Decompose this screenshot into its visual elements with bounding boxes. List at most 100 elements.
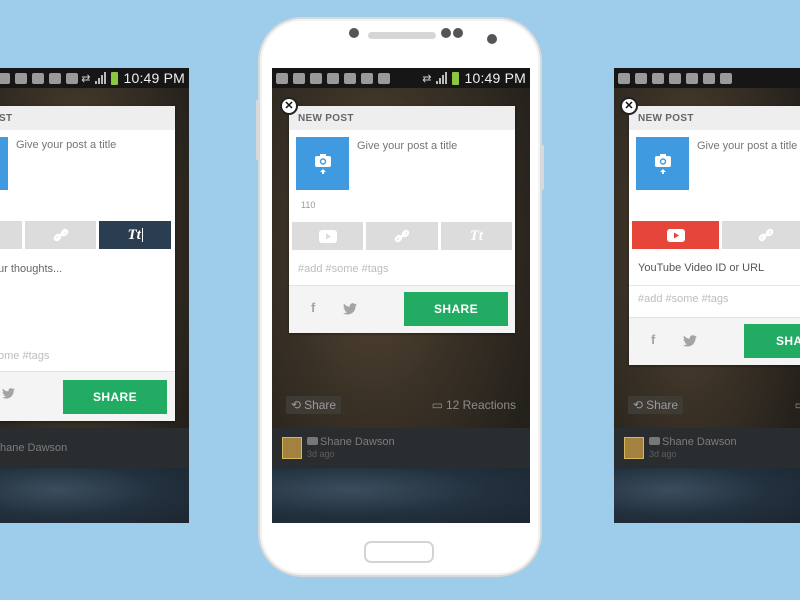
play-store-icon — [361, 72, 373, 84]
avatar[interactable] — [282, 437, 302, 459]
tags-input[interactable]: #add #some #tags — [298, 263, 498, 275]
photo-icon — [276, 72, 288, 84]
link-icon — [394, 229, 410, 243]
share-label: SHARE — [776, 334, 800, 348]
sync-icon: ⇄ — [422, 72, 432, 85]
battery-icon — [452, 71, 460, 85]
home-button[interactable] — [364, 541, 434, 563]
notification-icon — [32, 72, 44, 84]
notification-icon — [0, 72, 10, 84]
youtube-icon — [307, 437, 318, 445]
title-row — [289, 130, 515, 192]
notification-icon — [327, 72, 339, 84]
tags-input[interactable]: ome #tags — [0, 350, 189, 362]
play-store-icon — [49, 72, 61, 84]
dialog-footer: f SHARE — [289, 285, 515, 333]
add-photo-button[interactable] — [636, 137, 689, 190]
phone-camera — [487, 34, 497, 44]
title-row — [0, 130, 175, 192]
chat-icon — [652, 72, 664, 84]
text-type-button[interactable]: Tt — [440, 222, 512, 250]
twitter-icon[interactable] — [343, 303, 357, 318]
feed-share-button[interactable]: ⟲ Share — [286, 396, 342, 414]
status-bar: ⇄ 10:49 PM — [272, 68, 530, 88]
add-photo-button[interactable] — [296, 137, 349, 190]
video-type-button[interactable] — [0, 221, 22, 249]
dialog-title: NEW POST — [298, 112, 354, 124]
feed-action-bar: ⟲ Share ▭ — [614, 390, 800, 420]
feed-reactions[interactable]: ▭ — [795, 398, 800, 412]
dialog-footer: SHARE — [0, 371, 175, 421]
status-bar — [614, 68, 800, 88]
twitter-icon[interactable] — [683, 335, 697, 350]
link-icon — [758, 228, 773, 242]
text-icon: Tt — [469, 227, 483, 244]
text-type-button[interactable]: Tt — [99, 221, 172, 249]
add-photo-button[interactable] — [0, 137, 8, 190]
phone-side-key — [256, 100, 259, 160]
link-type-button[interactable] — [366, 222, 438, 250]
video-type-button[interactable] — [632, 221, 719, 249]
notification-icon — [344, 72, 356, 84]
post-title-input[interactable] — [697, 140, 800, 152]
post-type-row: Tt — [292, 222, 512, 250]
dialog-header: ST — [0, 106, 175, 130]
feed-user-name[interactable]: Shane Dawson — [662, 436, 737, 448]
char-count: 110 — [301, 200, 316, 210]
text-cursor — [141, 228, 143, 242]
close-dialog-button[interactable]: ✕ — [620, 97, 638, 115]
tags-input[interactable]: #add #some #tags — [638, 293, 800, 305]
right-screen: ⟲ Share ▭ Shane Dawson 3d ago NEW POST — [614, 68, 800, 523]
divider — [629, 285, 800, 286]
new-post-dialog: NEW POST YouTube Video ID or URL #add #s… — [629, 106, 800, 365]
signal-icon — [436, 72, 448, 84]
status-bar: ⇄ 10:49 PM — [0, 68, 189, 88]
feed-action-bar: ⟲ Share ▭ 12 Reactions — [272, 390, 530, 420]
share-button[interactable]: SHARE — [63, 380, 167, 414]
feed-user-name[interactable]: Shane Dawson — [320, 436, 395, 448]
new-post-dialog: NEW POST 110 Tt #add #some #tags f — [289, 106, 515, 333]
notification-icons — [618, 72, 732, 84]
feed-reactions[interactable]: ▭ 12 Reactions — [432, 398, 516, 412]
camera-upload-icon — [314, 153, 331, 174]
feed-time-ago: 3d ago — [307, 449, 335, 459]
clock: 10:49 PM — [464, 70, 526, 86]
comment-icon: ▭ — [431, 398, 443, 412]
feed-time-ago: 3d ago — [649, 449, 677, 459]
dialog-header: NEW POST — [289, 106, 515, 130]
notification-icon — [293, 72, 305, 84]
notification-icon — [15, 72, 27, 84]
dialog-title: ST — [0, 112, 13, 124]
play-store-icon — [703, 72, 715, 84]
sync-icon: ⇄ — [81, 72, 91, 85]
text-icon: Tt — [127, 226, 141, 243]
reactions-label: 12 Reactions — [445, 398, 516, 412]
share-button[interactable]: SHARE — [744, 324, 800, 358]
new-post-dialog: ST Tt ur thoughts... ome #tags SHARE — [0, 106, 175, 421]
share-icon: ⟲ — [633, 398, 644, 412]
link-type-button[interactable] — [24, 221, 97, 249]
body-input[interactable]: ur thoughts... — [0, 263, 62, 275]
close-dialog-button[interactable]: ✕ — [280, 97, 298, 115]
comment-icon: ▭ — [795, 398, 800, 412]
phone-sensor — [441, 28, 451, 38]
feed-user-meta: Shane Dawson 3d ago — [649, 436, 737, 460]
facebook-icon[interactable]: f — [311, 300, 315, 315]
avatar[interactable] — [624, 437, 644, 459]
link-type-button[interactable] — [722, 221, 800, 249]
feed-image — [272, 468, 530, 523]
clock: 10:49 PM — [123, 70, 185, 86]
share-button[interactable]: SHARE — [404, 292, 508, 326]
twitter-icon[interactable] — [2, 387, 15, 402]
feed-share-label: Share — [646, 398, 679, 412]
facebook-icon[interactable]: f — [651, 332, 655, 347]
chat-icon — [310, 72, 322, 84]
feed-share-button[interactable]: ⟲ Share — [628, 396, 684, 414]
video-url-input[interactable]: YouTube Video ID or URL — [638, 262, 800, 274]
feed-share-label: Share — [304, 398, 337, 412]
notification-icons — [0, 72, 78, 84]
video-type-button[interactable] — [292, 222, 364, 250]
post-title-input[interactable] — [357, 140, 507, 152]
post-title-input[interactable] — [16, 139, 166, 151]
phone-speaker — [368, 32, 436, 39]
